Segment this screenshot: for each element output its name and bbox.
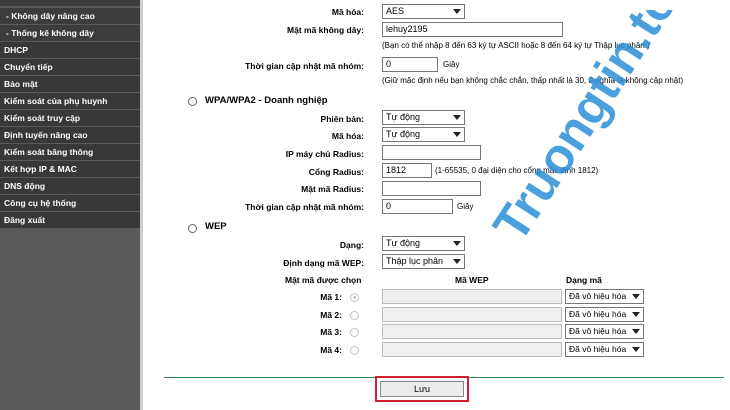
wep-key-4-label: Mã 4:	[320, 345, 342, 355]
wep-key-1-label: Mã 1:	[320, 292, 342, 302]
encryption-label: Mã hóa:	[331, 7, 364, 17]
chevron-down-icon	[453, 115, 461, 120]
chevron-down-icon	[632, 347, 640, 352]
radius-port-label: Cổng Radius:	[308, 167, 364, 177]
sidebar-item-access-control[interactable]: Kiểm soát truy cập	[0, 110, 140, 126]
wep-key-4-type-value: Đã vô hiệu hóa	[569, 344, 627, 354]
chevron-down-icon	[453, 132, 461, 137]
wep-radio[interactable]	[188, 224, 197, 233]
group-key-input[interactable]: 0	[382, 57, 438, 72]
wep-key-4-input[interactable]	[382, 342, 562, 357]
radius-ip-label: IP máy chủ Radius:	[285, 149, 364, 159]
enterprise-group-key-unit: Giây	[457, 202, 474, 211]
wep-type-value: Tự động	[386, 238, 421, 248]
wep-key-2-radio[interactable]	[350, 311, 359, 320]
radius-password-label: Mật mã Radius:	[301, 184, 364, 194]
version-select[interactable]: Tự động	[382, 110, 465, 125]
radius-ip-input[interactable]	[382, 145, 481, 160]
version-label: Phiên bản:	[320, 114, 364, 124]
enterprise-radio[interactable]	[188, 97, 197, 106]
wep-key-1-radio[interactable]	[350, 293, 359, 302]
wep-col-type: Dạng mã	[566, 275, 602, 285]
sidebar-item-ip-mac-binding[interactable]: Kết hợp IP & MAC	[0, 161, 140, 177]
enterprise-encryption-value: Tự động	[386, 129, 421, 139]
save-button[interactable]: Lưu	[380, 381, 464, 397]
wep-type-label: Dạng:	[339, 240, 364, 250]
group-key-label: Thời gian cập nhật mã nhóm:	[245, 61, 364, 71]
sidebar-item-dynamic-dns[interactable]: DNS động	[0, 178, 140, 194]
wep-key-4-radio[interactable]	[350, 346, 359, 355]
wep-key-2-type-select[interactable]: Đã vô hiệu hóa	[565, 307, 644, 322]
chevron-down-icon	[453, 241, 461, 246]
chevron-down-icon	[632, 294, 640, 299]
wep-key-3-type-value: Đã vô hiệu hóa	[569, 326, 627, 336]
wep-col-selected: Mật mã được chọn	[285, 275, 362, 285]
chevron-down-icon	[632, 312, 640, 317]
chevron-down-icon	[453, 9, 461, 14]
sidebar-item-bandwidth-control[interactable]: Kiểm soát băng thông	[0, 144, 140, 160]
watermark-text: Truongtin.top	[482, 10, 704, 250]
sidebar-item-logout[interactable]: Đăng xuất	[0, 212, 140, 228]
sidebar-item-cut-off[interactable]	[0, 0, 140, 6]
group-key-unit: Giây	[443, 60, 460, 69]
wep-key-2-type-value: Đã vô hiệu hóa	[569, 309, 627, 319]
chevron-down-icon	[453, 259, 461, 264]
sidebar-item-advanced-routing[interactable]: Định tuyến nâng cao	[0, 127, 140, 143]
wep-key-2-input[interactable]	[382, 307, 562, 322]
wep-format-label: Định dạng mã WEP:	[283, 258, 364, 268]
enterprise-encryption-label: Mã hóa:	[331, 131, 364, 141]
version-value: Tự động	[386, 112, 421, 122]
wep-key-1-input[interactable]	[382, 289, 562, 304]
wep-key-3-input[interactable]	[382, 324, 562, 339]
wireless-password-label: Mật mã không dây:	[287, 25, 364, 35]
wep-key-3-type-select[interactable]: Đã vô hiệu hóa	[565, 324, 644, 339]
sidebar-item-dhcp[interactable]: DHCP	[0, 42, 140, 58]
enterprise-group-key-label: Thời gian cập nhật mã nhóm:	[245, 202, 364, 212]
encryption-select[interactable]: AES	[382, 4, 465, 19]
wep-key-1-type-value: Đã vô hiệu hóa	[569, 291, 627, 301]
wep-type-select[interactable]: Tự động	[382, 236, 465, 251]
encryption-value: AES	[386, 6, 405, 16]
radius-port-input[interactable]: 1812	[382, 163, 432, 178]
wep-format-select[interactable]: Thập lục phân	[382, 254, 465, 269]
wep-key-4-type-select[interactable]: Đã vô hiệu hóa	[565, 342, 644, 357]
sidebar-item-advanced-wireless[interactable]: - Không dây nâng cao	[0, 8, 140, 24]
sidebar: - Không dây nâng cao - Thống kê không dâ…	[0, 0, 140, 410]
wep-key-3-label: Mã 3:	[320, 327, 342, 337]
enterprise-title: WPA/WPA2 - Doanh nghiệp	[205, 95, 328, 106]
sidebar-item-wireless-stats[interactable]: - Thống kê không dây	[0, 25, 140, 41]
wep-key-3-radio[interactable]	[350, 328, 359, 337]
wep-key-1-type-select[interactable]: Đã vô hiệu hóa	[565, 289, 644, 304]
sidebar-item-forwarding[interactable]: Chuyển tiếp	[0, 59, 140, 75]
wep-title: WEP	[205, 221, 227, 232]
sidebar-item-parental-control[interactable]: Kiểm soát của phụ huynh	[0, 93, 140, 109]
wep-key-2-label: Mã 2:	[320, 310, 342, 320]
chevron-down-icon	[632, 329, 640, 334]
enterprise-encryption-select[interactable]: Tự động	[382, 127, 465, 142]
watermark-logo: Truongtin.top	[482, 10, 704, 250]
wep-col-key: Mã WEP	[455, 275, 489, 285]
sidebar-item-security[interactable]: Bảo mật	[0, 76, 140, 92]
enterprise-group-key-input[interactable]: 0	[382, 199, 453, 214]
sidebar-item-system-tools[interactable]: Công cụ hệ thống	[0, 195, 140, 211]
radius-password-input[interactable]	[382, 181, 481, 196]
wep-format-value: Thập lục phân	[386, 256, 444, 266]
